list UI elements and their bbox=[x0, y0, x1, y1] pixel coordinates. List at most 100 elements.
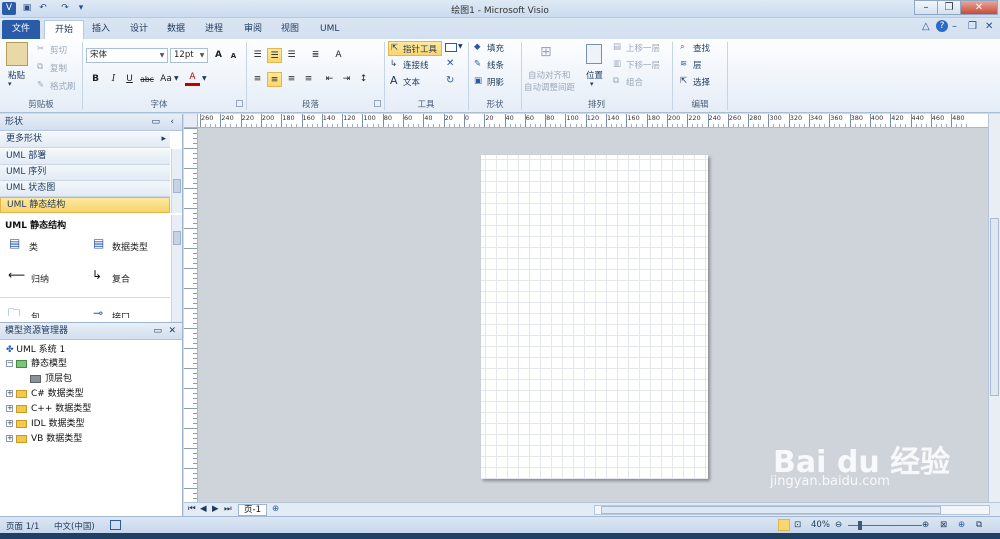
chevron-down-icon[interactable]: ▼ bbox=[174, 75, 179, 82]
tree-csharp-types[interactable]: + C# 数据类型 bbox=[6, 386, 84, 399]
decrease-indent-icon[interactable]: ⇤ bbox=[322, 72, 337, 87]
shape-item-package[interactable]: 包 bbox=[31, 310, 40, 318]
horizontal-scrollbar[interactable] bbox=[594, 505, 990, 515]
text-rotate-icon[interactable]: A bbox=[331, 48, 346, 63]
expand-node-icon[interactable]: + bbox=[6, 435, 13, 442]
composition-shape-icon[interactable]: ↳ bbox=[92, 268, 102, 282]
scroll-thumb[interactable] bbox=[173, 179, 181, 193]
stencil-uml-static-structure[interactable]: UML 静态结构 bbox=[0, 197, 170, 213]
copy-button[interactable]: 复制 bbox=[50, 62, 67, 74]
rotate-icon[interactable]: ↻ bbox=[446, 75, 454, 86]
pane-options-icon[interactable]: ▭ bbox=[153, 323, 162, 339]
shape-item-class[interactable]: 类 bbox=[29, 240, 38, 253]
justify-icon[interactable]: ≡ bbox=[301, 72, 316, 87]
horizontal-ruler[interactable]: 260 240 220 200 180 160 140 120 100 80 60 40 20 0 20 40… bbox=[198, 114, 988, 128]
canvas-vertical-scrollbar[interactable] bbox=[988, 114, 1000, 502]
underline-button[interactable]: U bbox=[122, 72, 137, 87]
minimize-button[interactable]: – bbox=[914, 0, 938, 15]
generalization-shape-icon[interactable]: ⟵ bbox=[8, 268, 25, 282]
format-painter-button[interactable]: 格式刷 bbox=[50, 80, 76, 92]
last-page-icon[interactable]: ⏭ bbox=[224, 504, 232, 514]
prev-page-icon[interactable]: ◀ bbox=[200, 504, 207, 514]
stencil-uml-deployment[interactable]: UML 部署 bbox=[0, 149, 170, 165]
change-case-button[interactable]: Aa bbox=[158, 72, 174, 87]
tab-view[interactable]: 视图 bbox=[271, 20, 309, 39]
close-button[interactable]: ✕ bbox=[960, 0, 998, 15]
auto-align-button[interactable]: 自动对齐和 bbox=[528, 69, 571, 81]
strikethrough-button[interactable]: abc bbox=[139, 72, 155, 87]
page-tab[interactable]: 页-1 bbox=[238, 504, 267, 516]
tree-idl-types[interactable]: + IDL 数据类型 bbox=[6, 416, 84, 429]
next-page-icon[interactable]: ▶ bbox=[212, 504, 219, 514]
tab-file[interactable]: 文件 bbox=[2, 20, 41, 39]
stencil-uml-sequence[interactable]: UML 序列 bbox=[0, 165, 170, 181]
grow-font-button[interactable]: A bbox=[211, 48, 226, 63]
shape-item-datatype[interactable]: 数据类型 bbox=[112, 240, 148, 253]
tab-home[interactable]: 开始 bbox=[44, 20, 85, 39]
shrink-font-button[interactable]: A bbox=[226, 49, 241, 64]
switch-windows-icon[interactable]: ⧉ bbox=[976, 520, 982, 530]
paste-dropdown-icon[interactable]: ▾ bbox=[8, 80, 12, 88]
select-button[interactable]: 选择 bbox=[693, 76, 710, 88]
align-right-icon[interactable]: ≡ bbox=[284, 72, 299, 87]
group-button[interactable]: 组合 bbox=[626, 76, 643, 88]
tab-design[interactable]: 设计 bbox=[120, 20, 158, 39]
expand-node-icon[interactable]: + bbox=[6, 405, 13, 412]
layers-button[interactable]: 层 bbox=[693, 59, 702, 71]
shape-item-composition[interactable]: 复合 bbox=[112, 272, 130, 285]
cut-button[interactable]: 剪切 bbox=[50, 44, 67, 56]
package-shape-icon[interactable]: 🗀 bbox=[8, 304, 20, 316]
page-number-status[interactable]: 页面 1/1 bbox=[6, 520, 39, 532]
increase-indent-icon[interactable]: ⇥ bbox=[339, 72, 354, 87]
tree-vb-types[interactable]: + VB 数据类型 bbox=[6, 431, 82, 444]
find-button[interactable]: 查找 bbox=[693, 42, 710, 54]
shape-item-generalization[interactable]: 归纳 bbox=[31, 272, 49, 285]
scroll-thumb[interactable] bbox=[990, 218, 999, 396]
zoom-level[interactable]: 40% bbox=[811, 520, 830, 530]
collapse-node-icon[interactable]: − bbox=[6, 360, 13, 367]
italic-button[interactable]: I bbox=[106, 72, 121, 87]
align-bottom-icon[interactable]: ☰ bbox=[284, 48, 299, 63]
first-page-icon[interactable]: ⏮ bbox=[188, 504, 196, 514]
rectangle-shape-icon[interactable] bbox=[445, 43, 457, 52]
tree-static-model[interactable]: − 静态模型 bbox=[6, 356, 67, 369]
tree-root[interactable]: ✤ UML 系统 1 bbox=[6, 342, 65, 355]
align-center-icon[interactable]: ≡ bbox=[267, 72, 282, 87]
more-shapes-item[interactable]: 更多形状 ▸ bbox=[0, 132, 170, 148]
expand-node-icon[interactable]: + bbox=[6, 390, 13, 397]
font-name-combo[interactable]: 宋体 ▼ bbox=[86, 48, 168, 63]
class-shape-icon[interactable]: ▤ bbox=[9, 236, 20, 250]
full-page-icon[interactable] bbox=[778, 519, 790, 531]
align-top-icon[interactable]: ☰ bbox=[250, 48, 265, 63]
position-button[interactable]: 位置 bbox=[586, 69, 603, 81]
font-size-combo[interactable]: 12pt ▼ bbox=[170, 48, 208, 63]
text-tool-button[interactable]: 文本 bbox=[403, 76, 420, 88]
connection-point-icon[interactable]: ✕ bbox=[446, 58, 454, 69]
paragraph-dialog-launcher-icon[interactable] bbox=[374, 100, 381, 107]
tab-review[interactable]: 审阅 bbox=[234, 20, 272, 39]
zoom-out-icon[interactable]: ⊖ bbox=[835, 520, 842, 530]
shape-item-interface[interactable]: 接口 bbox=[112, 310, 130, 318]
line-button[interactable]: 线条 bbox=[487, 59, 504, 71]
ribbon-minimize-icon[interactable]: – bbox=[952, 21, 957, 32]
paste-icon[interactable] bbox=[6, 42, 28, 66]
collapse-ribbon-icon[interactable]: △ bbox=[922, 21, 930, 32]
auto-space-button[interactable]: 自动调整间距 bbox=[524, 81, 575, 93]
chevron-down-icon[interactable]: ▾ bbox=[590, 80, 594, 88]
fit-to-window-icon[interactable]: ⊠ bbox=[940, 520, 947, 530]
restore-button[interactable]: ❐ bbox=[937, 0, 961, 15]
shapes-scrollbar[interactable] bbox=[171, 215, 182, 322]
expand-node-icon[interactable]: + bbox=[6, 420, 13, 427]
language-status[interactable]: 中文(中国) bbox=[54, 520, 95, 532]
vertical-ruler[interactable] bbox=[184, 128, 198, 502]
tree-top-package[interactable]: 顶层包 bbox=[30, 371, 72, 384]
stencil-scrollbar[interactable] bbox=[171, 149, 182, 213]
bullets-icon[interactable]: ≣ bbox=[308, 48, 323, 63]
scroll-thumb[interactable] bbox=[601, 506, 941, 514]
align-left-icon[interactable]: ≡ bbox=[250, 72, 265, 87]
shadow-button[interactable]: 阴影 bbox=[487, 76, 504, 88]
stencil-uml-statechart[interactable]: UML 状态图 bbox=[0, 181, 170, 197]
chevron-down-icon[interactable]: ▼ bbox=[202, 75, 207, 82]
zoom-slider-thumb[interactable] bbox=[858, 521, 862, 530]
macro-record-icon[interactable] bbox=[110, 520, 121, 530]
